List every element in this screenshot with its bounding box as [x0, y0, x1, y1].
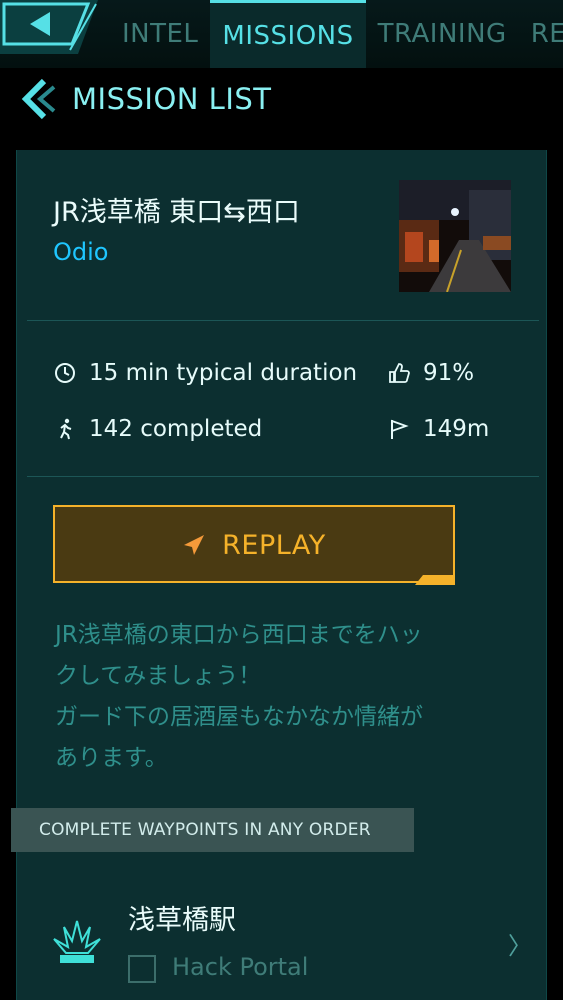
flag-icon — [391, 419, 409, 439]
distance-stat: 149m — [387, 416, 489, 442]
duration-text: 15 min typical duration — [89, 360, 358, 386]
description-line: クしてみましょう！ — [55, 663, 262, 689]
walker-icon — [60, 418, 72, 440]
mission-card: JR浅草橋 東口⇆西口 Odio 15 min typical duration… — [16, 150, 547, 1000]
tab-rec[interactable]: REC — [519, 0, 563, 68]
rating-stat: 91% — [387, 360, 474, 386]
description-line: あります。 — [55, 745, 168, 771]
clock-icon — [55, 363, 75, 383]
description-line: JR浅草橋の東口から西口までをハッ — [55, 622, 423, 648]
distance-text: 149m — [423, 416, 490, 442]
thumbs-up-icon — [389, 363, 410, 383]
tab-missions[interactable]: MISSIONS — [210, 0, 366, 68]
chevron-right-icon[interactable]: 〉 — [508, 926, 532, 961]
tab-intel[interactable]: INTEL — [110, 0, 210, 68]
completed-stat: 142 completed — [53, 416, 262, 442]
description-line: ガード下の居酒屋もなかなか情緒が — [55, 704, 423, 730]
duration-stat: 15 min typical duration — [53, 360, 357, 386]
back-arrow-icon — [0, 0, 98, 54]
card-divider — [27, 320, 539, 321]
replay-label: REPLAY — [222, 529, 326, 561]
mission-description: JR浅草橋の東口から西口までをハッ クしてみましょう！ ガード下の居酒屋もなかな… — [55, 615, 525, 779]
page-title: MISSION LIST — [72, 82, 272, 116]
mission-list-header[interactable]: MISSION LIST — [18, 76, 272, 122]
portal-icon — [53, 920, 101, 963]
mission-author[interactable]: Odio — [53, 238, 108, 266]
top-tab-bar: INTEL MISSIONS TRAINING REC — [0, 0, 563, 68]
mission-thumbnail[interactable] — [399, 180, 511, 292]
mission-photo — [399, 180, 511, 292]
tab-training[interactable]: TRAINING — [366, 0, 519, 68]
mission-title: JR浅草橋 東口⇆西口 — [53, 197, 300, 228]
card-divider — [27, 476, 539, 477]
waypoint-row[interactable] — [52, 917, 102, 967]
waypoint-task: Hack Portal — [172, 953, 309, 981]
waypoint-name[interactable]: 浅草橋駅 — [128, 898, 236, 937]
completed-text: 142 completed — [89, 416, 263, 442]
paper-plane-icon — [184, 535, 205, 555]
rating-text: 91% — [423, 360, 475, 386]
waypoint-order-banner: COMPLETE WAYPOINTS IN ANY ORDER — [11, 808, 414, 852]
waypoint-checkbox — [128, 955, 156, 983]
replay-button[interactable]: REPLAY — [53, 505, 455, 585]
chevron-left-icon — [21, 78, 56, 120]
replay-content: REPLAY — [53, 505, 455, 585]
tab-list: INTEL MISSIONS TRAINING REC — [110, 0, 563, 68]
back-button[interactable] — [0, 0, 98, 54]
